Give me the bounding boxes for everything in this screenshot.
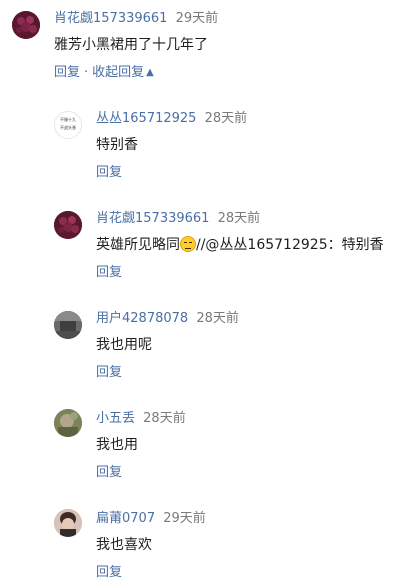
username[interactable]: 肖花觑157339661 (96, 211, 209, 226)
reply-button[interactable]: 回复 (96, 365, 122, 380)
collapse-replies-label: 收起回复 (92, 65, 145, 80)
username[interactable]: 扁莆0707 (96, 511, 155, 526)
reply-button[interactable]: 回复 (96, 565, 122, 580)
comment-meta: 肖花觑157339661 28天前 (96, 211, 260, 227)
avatar-text-line-2: 不战头香 (60, 125, 76, 130)
comment-actions: 回复 · 收起回复 ▲ (54, 65, 154, 82)
reply-button[interactable]: 回复 (96, 465, 122, 480)
user-avatar[interactable] (54, 311, 82, 339)
comment-thread: 肖花觑157339661 29天前 雅芳小黑裙用了十几年了 回复 · 收起回复 ▲ 不… (0, 0, 420, 585)
comment-meta: 丛丛165712925 28天前 (96, 111, 247, 127)
comment-text-part-1: 英雄所见略同 (96, 237, 180, 253)
timestamp: 28天前 (217, 211, 261, 226)
comment-text: 特别香 (96, 137, 138, 153)
user-avatar[interactable] (54, 409, 82, 437)
comment-text: 我也喜欢 (96, 537, 152, 553)
comment-actions: 回复 (96, 165, 122, 181)
timestamp: 28天前 (196, 311, 239, 326)
user-avatar[interactable] (12, 11, 40, 39)
comment-actions: 回复 (96, 365, 122, 381)
comment-text: 我也用 (96, 437, 138, 453)
collapse-replies-button[interactable]: 收起回复 ▲ (92, 65, 154, 80)
smirk-emoji-icon (180, 236, 196, 252)
avatar-image (54, 311, 82, 339)
comment-text: 英雄所见略同 //@丛丛165712925：特别香 (96, 236, 384, 254)
comment-actions: 回复 (96, 565, 122, 581)
reply-button[interactable]: 回复 (96, 165, 122, 180)
comment-text: 我也用呢 (96, 337, 152, 353)
avatar-text-line-1: 不服十九 (60, 117, 76, 122)
username[interactable]: 丛丛165712925 (96, 111, 196, 126)
comment-text-part-2: //@丛丛165712925：特别香 (196, 237, 384, 253)
user-avatar[interactable] (54, 509, 82, 537)
comment-text: 雅芳小黑裙用了十几年了 (54, 37, 208, 53)
separator-dot: · (84, 65, 89, 80)
avatar-image (54, 509, 82, 537)
reply-button[interactable]: 回复 (54, 65, 80, 80)
comment-meta: 扁莆0707 29天前 (96, 511, 206, 527)
reply-button[interactable]: 回复 (96, 265, 122, 280)
avatar-image (54, 211, 82, 239)
username[interactable]: 小五丢 (96, 411, 135, 426)
comment-meta: 用户42878078 28天前 (96, 311, 239, 327)
comment-meta: 肖花觑157339661 29天前 (54, 11, 218, 27)
comment-actions: 回复 (96, 265, 122, 281)
comment-meta: 小五丢 28天前 (96, 411, 186, 427)
avatar-image (54, 409, 82, 437)
user-avatar[interactable] (54, 211, 82, 239)
avatar-image (12, 11, 40, 39)
timestamp: 29天前 (175, 11, 219, 26)
avatar-text: 不服十九 不战头香 (55, 116, 81, 132)
username[interactable]: 用户42878078 (96, 311, 188, 326)
timestamp: 29天前 (163, 511, 206, 526)
chevron-up-icon: ▲ (146, 67, 154, 78)
comment-actions: 回复 (96, 465, 122, 481)
username[interactable]: 肖花觑157339661 (54, 11, 167, 26)
timestamp: 28天前 (204, 111, 248, 126)
timestamp: 28天前 (143, 411, 186, 426)
